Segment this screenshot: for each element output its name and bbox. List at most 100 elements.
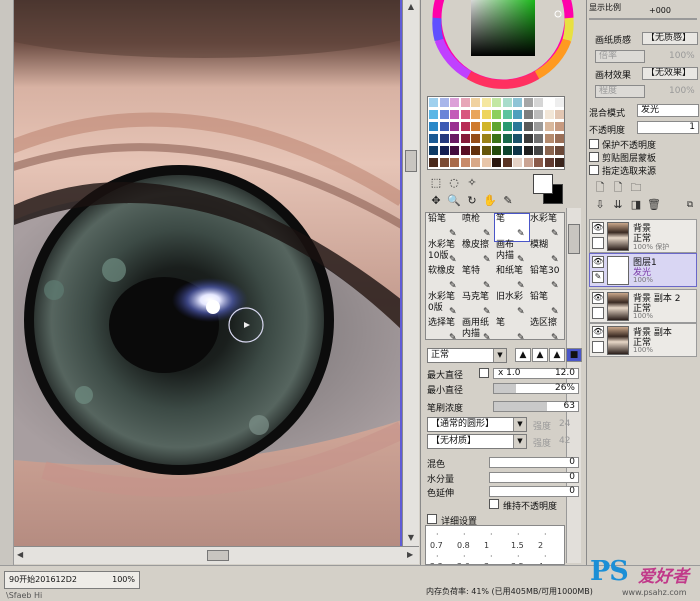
palette-swatch[interactable] [460,158,470,167]
detail-settings-checkbox[interactable] [427,514,437,524]
palette-swatch[interactable] [429,122,438,131]
scroll-right-icon[interactable]: ▶ [407,550,413,559]
palette-swatch[interactable] [513,122,522,131]
brush-panel-scroll-thumb[interactable] [568,224,580,254]
palette-swatch[interactable] [544,146,554,155]
brush-item[interactable]: 画布 内描 ✎ [495,240,529,267]
delete-layer-icon[interactable]: 🗑 [647,198,661,212]
brush-lock-icon[interactable] [592,237,604,249]
color-wheel[interactable] [429,0,577,92]
palette-swatch[interactable] [555,98,564,107]
scroll-up-icon[interactable]: ▲ [406,2,416,12]
palette-swatch[interactable] [544,134,554,143]
palette-swatch[interactable] [429,134,438,143]
palette-swatch[interactable] [481,158,491,167]
palette-swatch[interactable] [471,134,480,143]
brush-size-preset[interactable]: 1.5 [511,541,524,550]
clear-layer-icon[interactable]: ◨ [629,198,643,212]
brush-size-presets[interactable]: 0.7·0.8·1·1.5·2·2.3·2.6·3·3.5·4· [425,525,565,565]
tip-soft-button[interactable]: ▲ [549,348,565,362]
drawing-canvas[interactable] [14,0,402,546]
foreground-color-swatch[interactable] [533,174,553,194]
brush-item[interactable]: 水彩笔 0版 ✎ [427,292,461,319]
palette-swatch[interactable] [502,110,512,119]
palette-swatch[interactable] [429,98,438,107]
tip-medium-button[interactable]: ▲ [532,348,548,362]
water-slider[interactable]: 0 [489,472,579,483]
max-size-slider[interactable]: x 1.0 12.0 [493,368,579,379]
brush-item[interactable]: 软橡皮 ✎ [427,266,461,293]
layer-blend-mode-select[interactable]: 发光 [637,104,699,117]
size-lock-checkbox[interactable] [479,368,489,378]
palette-swatch[interactable] [481,134,491,143]
brush-item[interactable]: 笔 ✎ [495,318,529,340]
palette-swatch[interactable] [513,98,522,107]
magic-wand-icon[interactable]: ✧ [465,176,479,190]
palette-swatch[interactable] [429,110,438,119]
brush-item[interactable]: 铅笔 ✎ [427,214,461,241]
brush-item[interactable]: 画用纸 内描 ✎ [461,318,495,340]
palette-swatch[interactable] [523,134,533,143]
palette-swatch[interactable] [544,98,554,107]
palette-swatch[interactable] [481,122,491,131]
color-palette[interactable] [427,96,565,170]
palette-swatch[interactable] [450,98,459,107]
density-slider[interactable]: 63 [493,401,579,412]
palette-swatch[interactable] [555,146,564,155]
palette-swatch[interactable] [450,158,459,167]
palette-swatch[interactable] [534,146,543,155]
palette-swatch[interactable] [534,158,543,167]
hand-icon[interactable]: ✋ [483,194,497,208]
palette-swatch[interactable] [492,158,501,167]
palette-swatch[interactable] [460,98,470,107]
brush-lock-icon[interactable]: ✎ [592,271,604,283]
canvas-hscroll-thumb[interactable] [207,550,229,561]
brush-item[interactable]: 马克笔 ✎ [461,292,495,319]
selection-source-checkbox[interactable] [589,165,599,175]
palette-swatch[interactable] [555,158,564,167]
palette-swatch[interactable] [439,146,449,155]
layer-item[interactable]: 👁 背景 副本 2 正常 100% [589,289,697,323]
palette-swatch[interactable] [523,158,533,167]
paper-effect-select[interactable]: 【无效果】 [642,67,698,80]
palette-swatch[interactable] [502,98,512,107]
palette-swatch[interactable] [429,146,438,155]
eye-icon[interactable]: 👁 [592,222,604,234]
palette-swatch[interactable] [471,122,480,131]
brush-item[interactable]: 铅笔30 ✎ [529,266,563,293]
brush-blend-mode-select[interactable]: 正常 ▼ [427,348,507,363]
paper-quality-select[interactable]: 【无质感】 [642,32,698,45]
clip-group-checkbox[interactable] [589,152,599,162]
document-tab[interactable]: 90开始201612D2 100% [4,571,140,589]
palette-swatch[interactable] [544,110,554,119]
brush-lock-icon[interactable] [592,307,604,319]
palette-swatch[interactable] [492,98,501,107]
palette-swatch[interactable] [471,146,480,155]
palette-swatch[interactable] [555,110,564,119]
palette-swatch[interactable] [513,134,522,143]
palette-swatch[interactable] [450,146,459,155]
scroll-left-icon[interactable]: ◀ [17,550,23,559]
palette-swatch[interactable] [492,110,501,119]
lasso-icon[interactable]: ◌ [447,176,461,190]
palette-swatch[interactable] [502,146,512,155]
preserve-opacity-checkbox[interactable] [589,139,599,149]
brush-texture-select[interactable]: 【无材质】 ▼ [427,434,527,449]
palette-swatch[interactable] [450,122,459,131]
palette-swatch[interactable] [439,134,449,143]
brush-size-preset[interactable]: 0.8 [457,541,470,550]
mix-slider[interactable]: 0 [489,457,579,468]
tip-hard-button[interactable]: ▲ [515,348,531,362]
palette-swatch[interactable] [460,122,470,131]
palette-swatch[interactable] [439,122,449,131]
brush-item[interactable]: 水彩笔 10版 ✎ [427,240,461,267]
eyedropper-icon[interactable]: ✎ [501,194,515,208]
palette-swatch[interactable] [439,158,449,167]
palette-swatch[interactable] [534,122,543,131]
canvas-vscroll-thumb[interactable] [405,150,417,172]
palette-swatch[interactable] [492,134,501,143]
eye-icon[interactable]: 👁 [592,326,604,338]
canvas-vertical-scrollbar[interactable]: ▲ ▼ [402,0,419,546]
brush-item[interactable]: 笔 ✎ [494,213,530,242]
palette-swatch[interactable] [492,122,501,131]
